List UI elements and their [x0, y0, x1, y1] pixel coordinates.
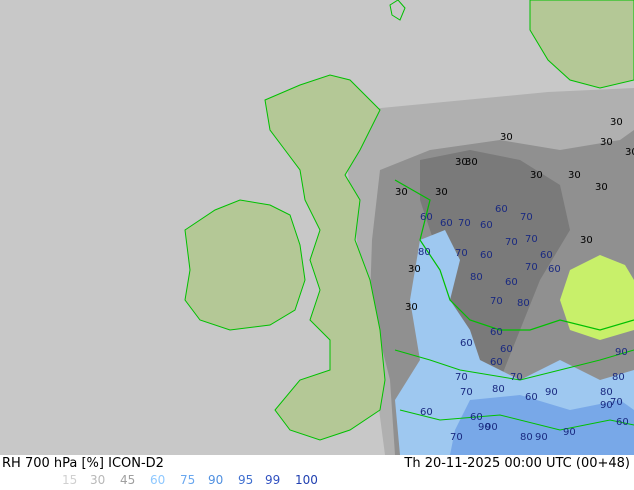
- legend-item: 45: [120, 473, 136, 487]
- contour-label: 30: [395, 187, 408, 198]
- contour-label: 70: [458, 218, 471, 229]
- contour-label: 70: [505, 237, 518, 248]
- legend-item: 99: [265, 473, 281, 487]
- contour-label: 30: [405, 302, 418, 313]
- contour-label: 60: [420, 212, 433, 223]
- contour-label: 80: [470, 272, 483, 283]
- legend-item: 90: [208, 473, 224, 487]
- legend-item: 95: [238, 473, 254, 487]
- contour-label: 90: [478, 422, 491, 433]
- contour-label: 90: [563, 427, 576, 438]
- contour-label: 60: [495, 204, 508, 215]
- contour-label: 70: [455, 248, 468, 259]
- contour-label: 90: [545, 387, 558, 398]
- contour-label: 30: [595, 182, 608, 193]
- contour-label: 60: [500, 344, 513, 355]
- contour-label: 70: [525, 262, 538, 273]
- contour-label: 60: [480, 220, 493, 231]
- contour-label: 30: [625, 147, 634, 158]
- contour-label: 80: [517, 298, 530, 309]
- contour-label: 90: [600, 400, 613, 411]
- legend-item: 30: [90, 473, 106, 487]
- legend-item: 60: [150, 473, 166, 487]
- contour-label: 80: [418, 247, 431, 258]
- contour-label: 30: [530, 170, 543, 181]
- contour-label: 70: [490, 296, 503, 307]
- contour-label: 60: [460, 338, 473, 349]
- contour-label: 30: [500, 132, 513, 143]
- weather-map: 3030303030303030303030303030607060607060…: [0, 0, 634, 455]
- contour-label: 60: [505, 277, 518, 288]
- contour-label: 80: [520, 432, 533, 443]
- contour-label: 70: [460, 387, 473, 398]
- contour-label: 30: [465, 157, 478, 168]
- map-footer: RH 700 hPa [%] ICON-D2 Th 20-11-2025 00:…: [0, 455, 634, 490]
- contour-label: 30: [610, 117, 623, 128]
- product-title: RH 700 hPa [%] ICON-D2: [2, 456, 164, 471]
- contour-label: 30: [568, 170, 581, 181]
- contour-label: 30: [580, 235, 593, 246]
- contour-label: 60: [525, 392, 538, 403]
- valid-time: Th 20-11-2025 00:00 UTC (00+48): [404, 456, 630, 471]
- contour-label: 70: [455, 372, 468, 383]
- contour-label: 60: [440, 218, 453, 229]
- contour-label: 60: [490, 357, 503, 368]
- contour-label: 60: [420, 407, 433, 418]
- contour-label: 80: [612, 372, 625, 383]
- contour-label: 90: [615, 347, 628, 358]
- contour-label: 60: [540, 250, 553, 261]
- contour-label: 30: [408, 264, 421, 275]
- contour-label: 80: [492, 384, 505, 395]
- contour-label: 60: [616, 417, 629, 428]
- legend-item: 100: [295, 473, 318, 487]
- contour-label: 60: [548, 264, 561, 275]
- contour-label: 60: [480, 250, 493, 261]
- legend-item: 75: [180, 473, 196, 487]
- contour-label: 70: [520, 212, 533, 223]
- contour-label: 70: [450, 432, 463, 443]
- contour-label: 60: [490, 327, 503, 338]
- contour-label: 70: [525, 234, 538, 245]
- legend-item: 15: [62, 473, 78, 487]
- contour-label: 70: [510, 372, 523, 383]
- contour-label: 30: [600, 137, 613, 148]
- contour-label: 30: [435, 187, 448, 198]
- land-ireland: [184, 199, 306, 331]
- contour-label: 90: [535, 432, 548, 443]
